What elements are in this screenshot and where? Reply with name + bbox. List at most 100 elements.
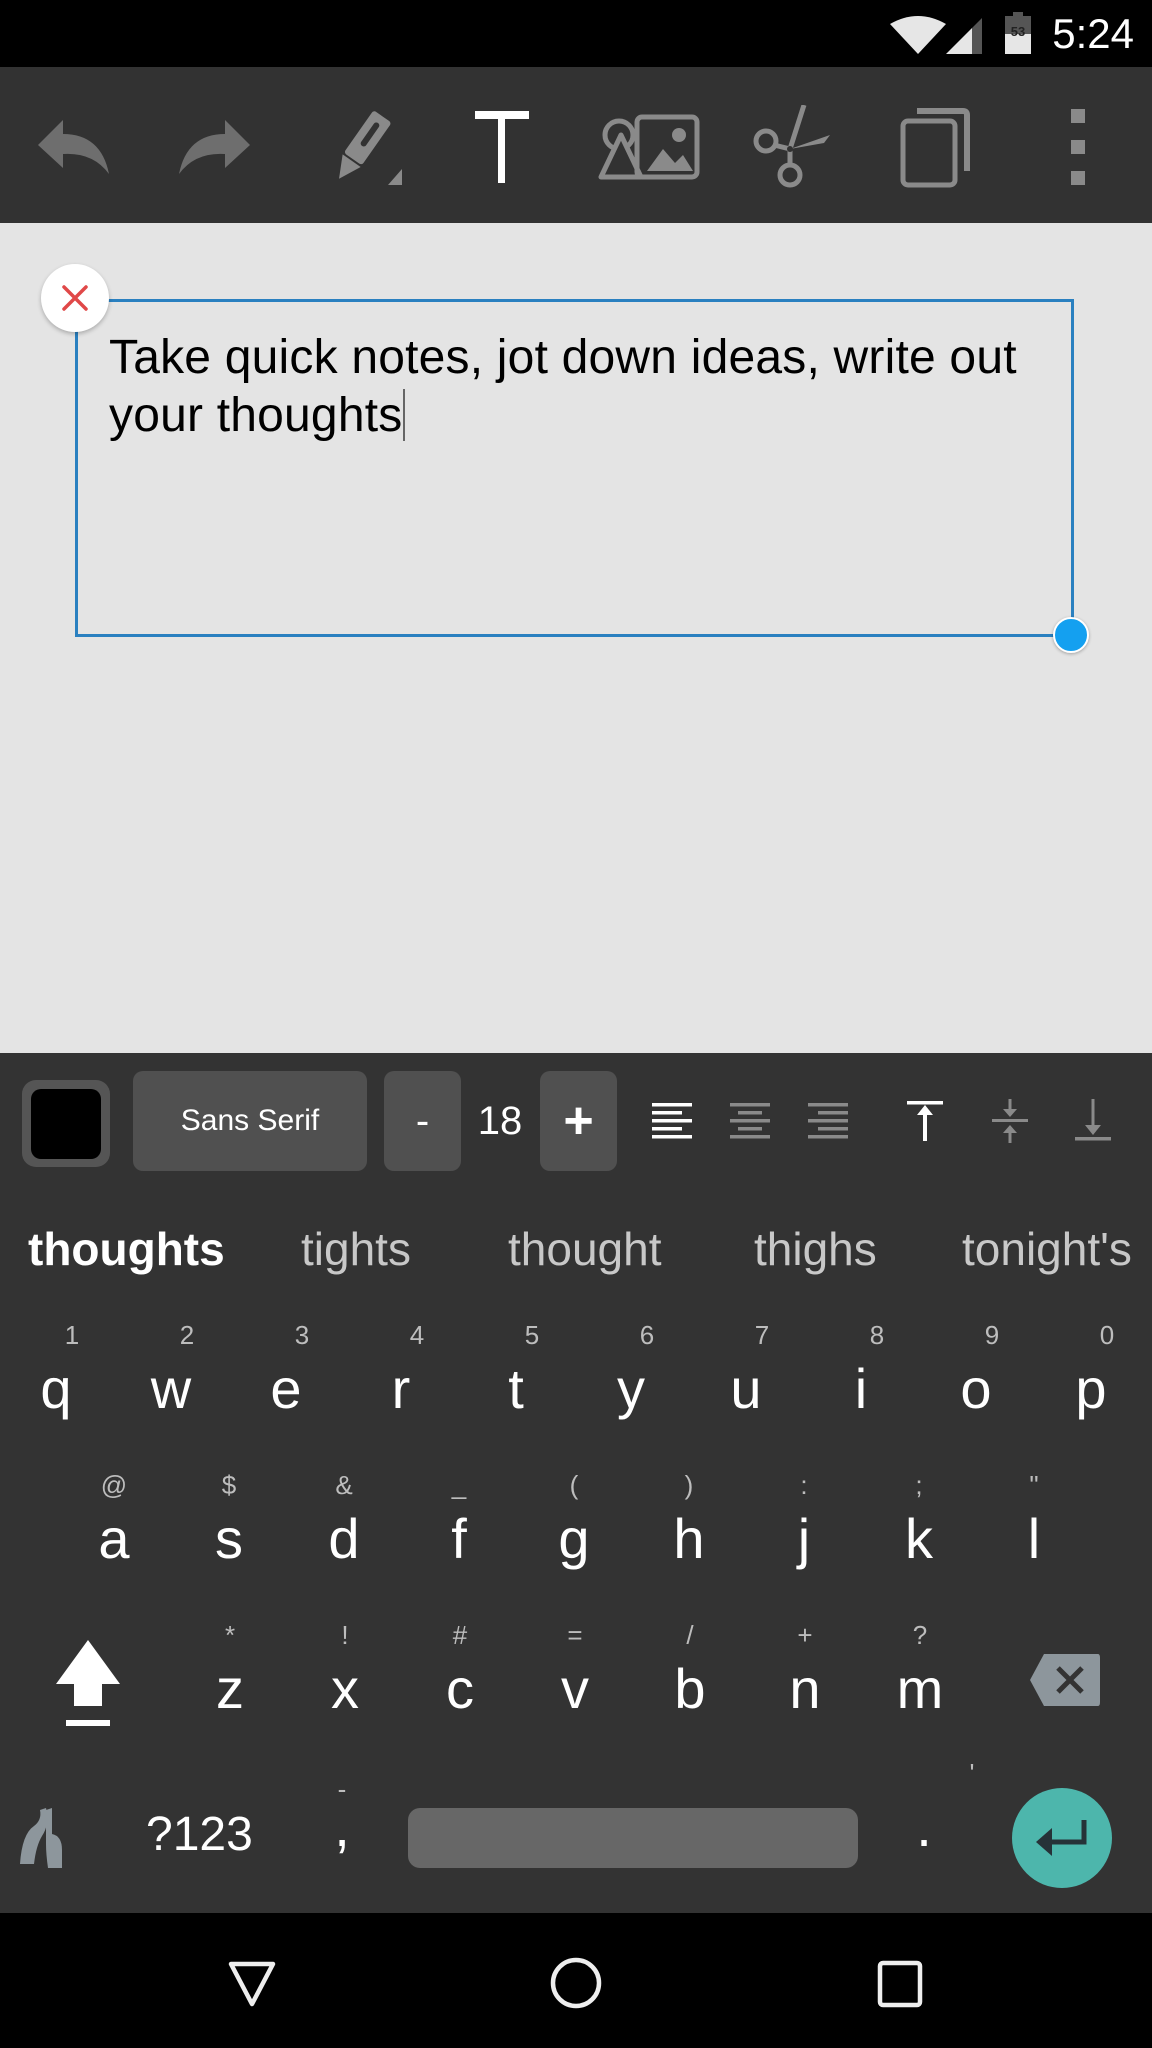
- undo-button[interactable]: [31, 105, 115, 189]
- key-hint: 7: [754, 1320, 770, 1350]
- key-h[interactable]: ) h: [639, 1470, 739, 1610]
- navigation-bar: [0, 1913, 1152, 2048]
- key-label: z: [216, 1657, 244, 1720]
- back-icon: [228, 1961, 276, 2007]
- resize-handle[interactable]: [1053, 617, 1089, 653]
- key-v[interactable]: = v: [525, 1620, 625, 1760]
- more-vert-icon: [1071, 109, 1085, 185]
- delete-text-box-button[interactable]: [41, 264, 109, 332]
- key-j[interactable]: :j: [754, 1470, 854, 1610]
- key-hint: (: [569, 1470, 579, 1500]
- font-family-button[interactable]: Sans Serif: [133, 1071, 367, 1171]
- key-f[interactable]: _ f: [409, 1470, 509, 1610]
- suggestion-5[interactable]: tonight's: [962, 1222, 1132, 1276]
- toolbar: [0, 67, 1152, 223]
- pen-icon: [339, 111, 402, 185]
- key-c[interactable]: # c: [410, 1620, 510, 1760]
- key-hint: &: [335, 1470, 353, 1500]
- text-box-value: Take quick notes, jot down ideas, write …: [109, 331, 1017, 442]
- key-label: g: [558, 1507, 590, 1570]
- key-x[interactable]: ! x: [295, 1620, 395, 1760]
- align-center-button[interactable]: [718, 1089, 782, 1153]
- redo-button[interactable]: [173, 105, 257, 189]
- key-hint: ?: [912, 1620, 928, 1650]
- key-y[interactable]: 6y: [581, 1320, 681, 1460]
- more-options-button[interactable]: [1036, 105, 1120, 189]
- key-a[interactable]: @ a: [64, 1470, 164, 1610]
- text-box[interactable]: Take quick notes, jot down ideas, write …: [75, 299, 1074, 637]
- recents-button[interactable]: [860, 1943, 940, 2023]
- text-box-content[interactable]: Take quick notes, jot down ideas, write …: [109, 329, 1029, 445]
- key-b[interactable]: / b: [640, 1620, 740, 1760]
- key-hint: @: [100, 1470, 128, 1500]
- comma-key[interactable]: ,: [322, 1794, 362, 1874]
- key-q[interactable]: 1q: [6, 1320, 106, 1460]
- key-o[interactable]: 9o: [926, 1320, 1026, 1460]
- decrease-font-size-button[interactable]: -: [384, 1071, 461, 1171]
- key-hint: *: [224, 1620, 236, 1650]
- text-color-button[interactable]: [22, 1080, 110, 1167]
- key-g[interactable]: (g: [524, 1470, 624, 1610]
- symbols-key[interactable]: ?123: [146, 1800, 253, 1870]
- key-hint: 8: [869, 1320, 885, 1350]
- key-e[interactable]: 3e: [236, 1320, 336, 1460]
- enter-key[interactable]: [1012, 1788, 1112, 1888]
- align-left-button[interactable]: [640, 1089, 704, 1153]
- align-right-button[interactable]: [796, 1089, 860, 1153]
- undo-icon: [38, 120, 109, 174]
- key-hint: 0: [1099, 1320, 1115, 1350]
- key-label: j: [797, 1507, 811, 1570]
- key-label: u: [730, 1357, 762, 1420]
- suggestion-4[interactable]: thighs: [754, 1222, 877, 1276]
- text-caret: [403, 389, 406, 441]
- key-m[interactable]: ? m: [870, 1620, 970, 1760]
- key-k[interactable]: ; k: [869, 1470, 969, 1610]
- period-key[interactable]: .: [904, 1794, 944, 1874]
- key-label: w: [150, 1357, 192, 1420]
- pen-button[interactable]: [320, 105, 404, 189]
- key-p[interactable]: 0p: [1041, 1320, 1141, 1460]
- key-i[interactable]: 8i: [811, 1320, 911, 1460]
- cut-button[interactable]: [748, 105, 832, 189]
- space-key[interactable]: [408, 1808, 858, 1868]
- key-l[interactable]: " l: [984, 1470, 1084, 1610]
- suggestion-1[interactable]: thoughts: [28, 1222, 225, 1276]
- key-hint: ": [1029, 1470, 1039, 1500]
- back-button[interactable]: [212, 1943, 292, 2023]
- increase-font-size-button[interactable]: +: [540, 1071, 617, 1171]
- key-r[interactable]: 4r: [351, 1320, 451, 1460]
- key-s[interactable]: $ s: [179, 1470, 279, 1610]
- key-w[interactable]: 2w: [121, 1320, 221, 1460]
- home-button[interactable]: [536, 1943, 616, 2023]
- valign-bottom-button[interactable]: [1061, 1089, 1125, 1153]
- key-z[interactable]: * z: [180, 1620, 280, 1760]
- shift-key[interactable]: [40, 1628, 136, 1728]
- key-u[interactable]: 7u: [696, 1320, 796, 1460]
- key-t[interactable]: 5t: [466, 1320, 566, 1460]
- shift-icon: [56, 1640, 120, 1726]
- key-label: n: [789, 1657, 821, 1720]
- key-label: i: [854, 1357, 868, 1420]
- pages-button[interactable]: [893, 105, 977, 189]
- key-d[interactable]: & d: [294, 1470, 394, 1610]
- recents-icon: [877, 1960, 923, 2008]
- key-label: r: [391, 1357, 411, 1420]
- key-hint: /: [686, 1620, 694, 1650]
- suggestion-2[interactable]: tights: [301, 1222, 411, 1276]
- image-button[interactable]: [597, 105, 701, 189]
- key-hint: 6: [639, 1320, 655, 1350]
- backspace-icon: [1030, 1654, 1100, 1706]
- backspace-key[interactable]: [1028, 1652, 1102, 1708]
- valign-top-button[interactable]: [893, 1089, 957, 1153]
- suggestion-3[interactable]: thought: [508, 1222, 661, 1276]
- home-icon: [550, 1957, 602, 2009]
- valign-middle-button[interactable]: [978, 1089, 1042, 1153]
- key-hint: 3: [294, 1320, 310, 1350]
- key-n[interactable]: + n: [755, 1620, 855, 1760]
- key-label: s: [215, 1507, 243, 1570]
- key-hint: ): [684, 1470, 694, 1500]
- text-tool-button[interactable]: [460, 105, 544, 189]
- key-label: b: [674, 1657, 706, 1720]
- key-label: c: [446, 1657, 474, 1720]
- gesture-typing-key[interactable]: [16, 1804, 72, 1870]
